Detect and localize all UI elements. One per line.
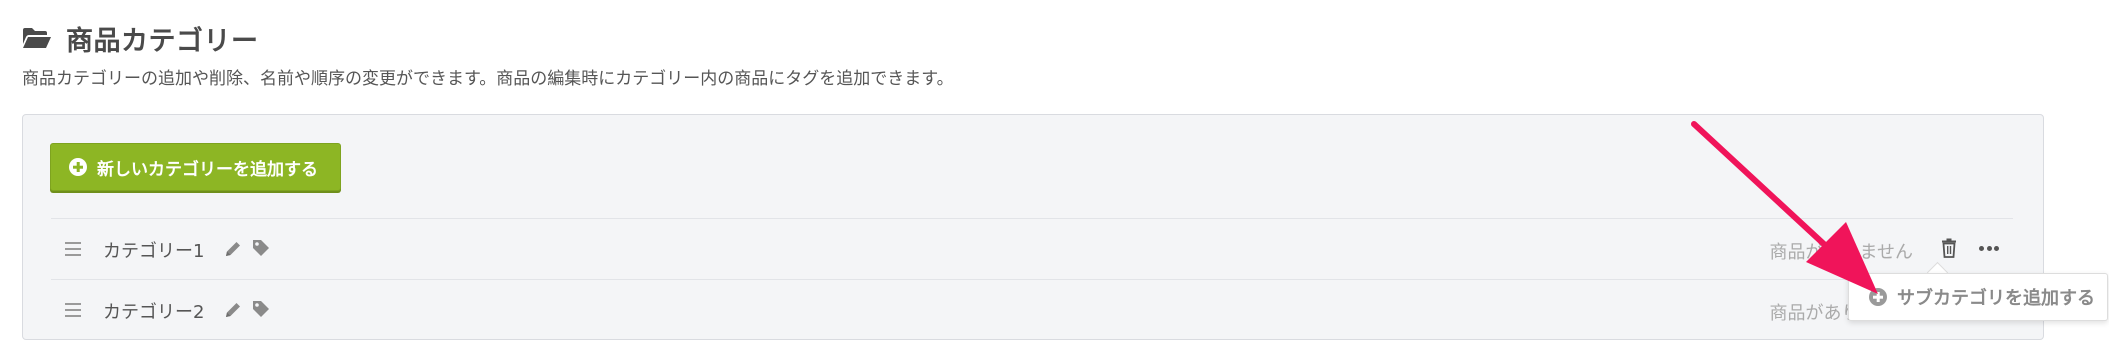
no-products-status: 商品がありません (1769, 242, 1913, 263)
category-row: カテゴリー2 商品がありません (51, 280, 2013, 340)
category-name: カテゴリー1 (103, 241, 205, 262)
plus-circle-icon (69, 158, 87, 176)
add-category-label: 新しいカテゴリーを追加する (97, 159, 318, 180)
add-subcategory-menu-item[interactable]: サブカテゴリを追加する (1897, 284, 2095, 310)
drag-handle-icon[interactable] (65, 242, 81, 256)
page-header: 商品カテゴリー (22, 20, 259, 57)
trash-icon[interactable] (1941, 238, 1957, 258)
category-row: カテゴリー1 商品がありません (51, 219, 2013, 280)
more-options-icon[interactable] (1979, 246, 1999, 252)
page-description: 商品カテゴリーの追加や削除、名前や順序の変更ができます。商品の編集時にカテゴリー… (22, 69, 954, 89)
plus-circle-icon (1869, 288, 1887, 306)
tag-icon[interactable] (251, 299, 271, 319)
pencil-icon[interactable] (223, 239, 243, 259)
add-category-button[interactable]: 新しいカテゴリーを追加する (50, 143, 341, 191)
pencil-icon[interactable] (223, 300, 243, 320)
row-actions-dropdown: サブカテゴリを追加する (1848, 273, 2108, 321)
page-title: 商品カテゴリー (66, 25, 259, 57)
folder-open-icon (22, 27, 52, 49)
drag-handle-icon[interactable] (65, 303, 81, 317)
category-list: カテゴリー1 商品がありません カテゴリー2 商品がありません (51, 218, 2013, 340)
category-name: カテゴリー2 (103, 302, 205, 323)
category-panel: 新しいカテゴリーを追加する カテゴリー1 商品がありません カテゴリー2 商品が… (22, 114, 2044, 340)
tag-icon[interactable] (251, 238, 271, 258)
